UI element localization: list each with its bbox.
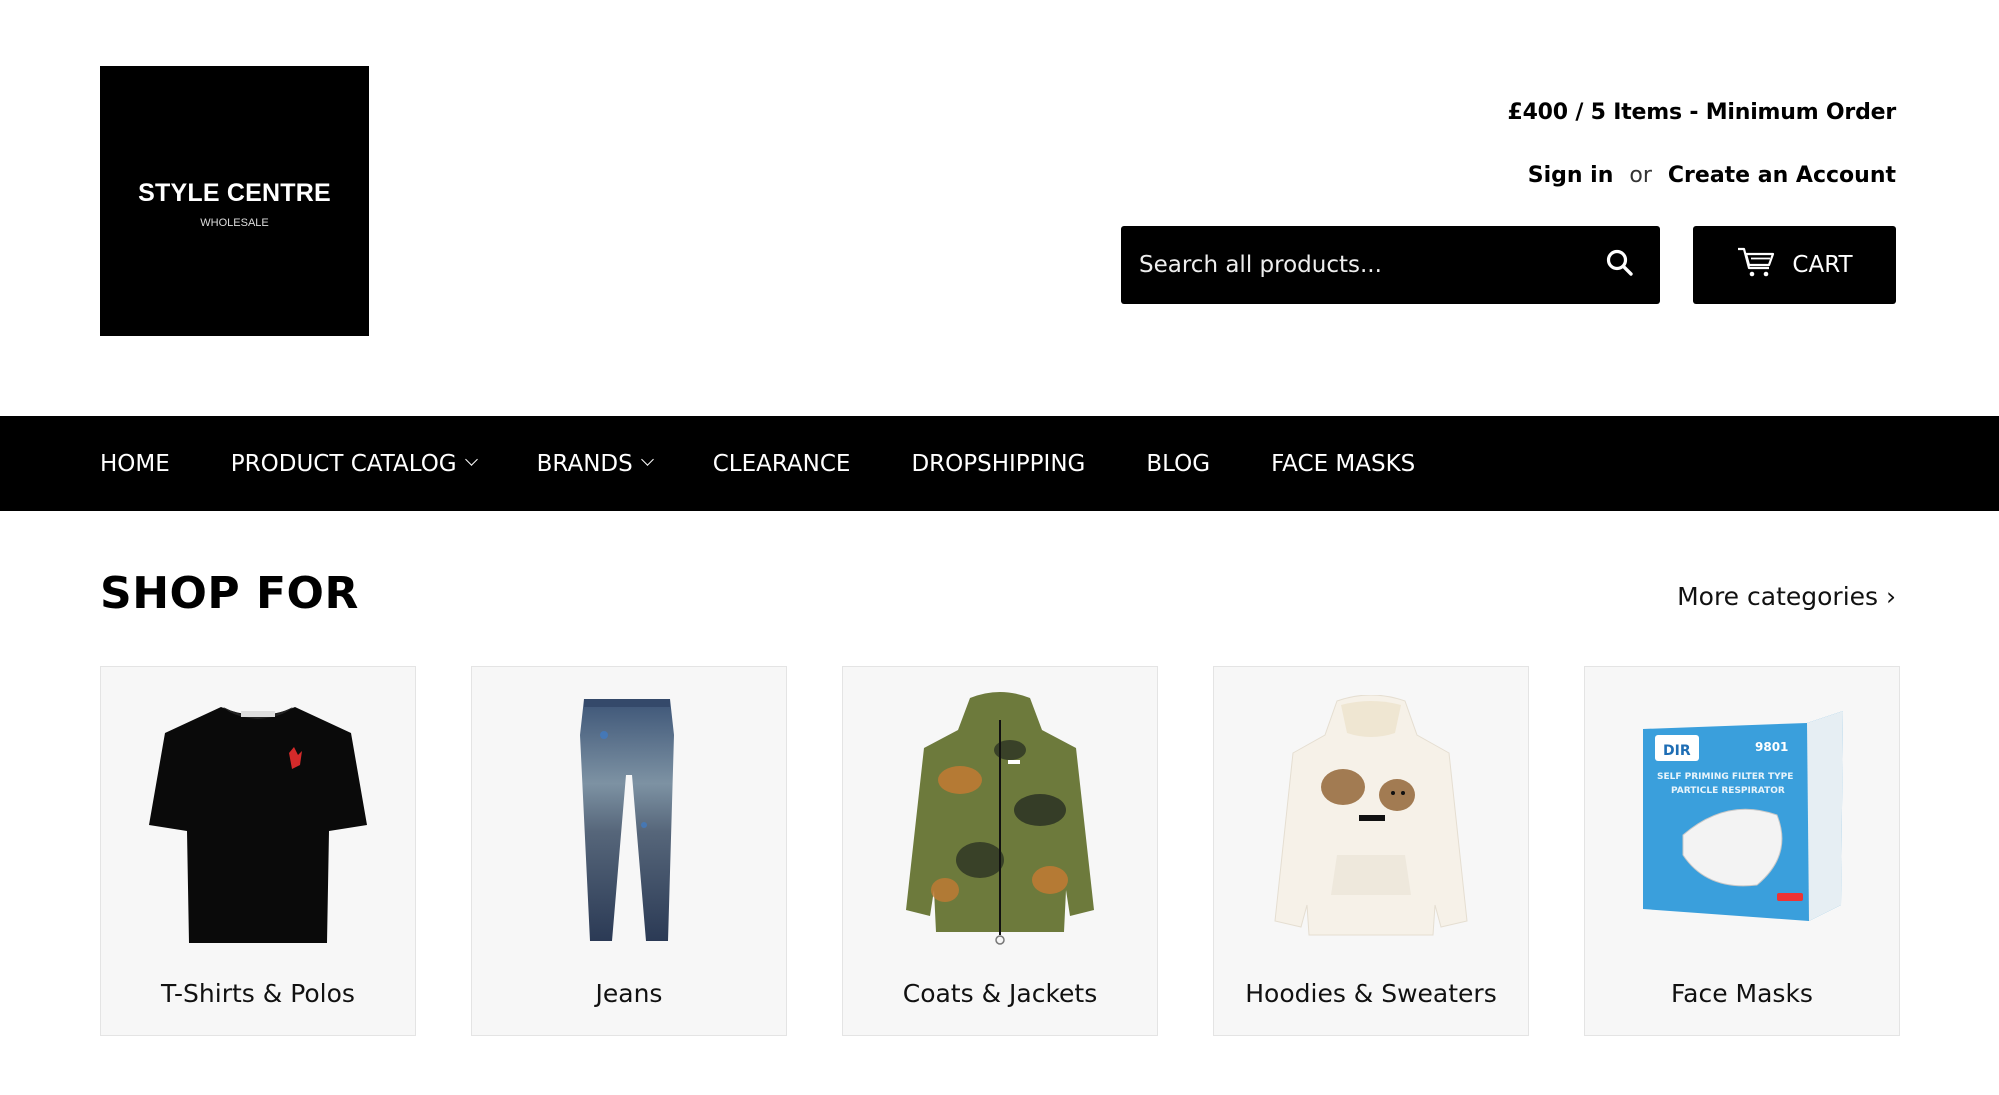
nav-label: BLOG <box>1146 450 1211 477</box>
nav-item-home[interactable]: HOME <box>100 451 170 477</box>
store-logo[interactable]: STYLE CENTRE WHOLESALE <box>100 66 369 336</box>
nav-item-blog[interactable]: BLOG <box>1146 451 1210 477</box>
chevron-down-icon <box>640 453 654 466</box>
jeans-image <box>472 695 786 945</box>
logo-title: STYLE CENTRE <box>138 179 331 207</box>
chevron-down-icon <box>464 453 478 466</box>
nav-label: FACE MASKS <box>1271 450 1416 477</box>
create-account-link[interactable]: Create an Account <box>1668 163 1896 188</box>
nav-label: PRODUCT CATALOG <box>230 450 457 477</box>
svg-text:SELF PRIMING FILTER TYPE: SELF PRIMING FILTER TYPE <box>1657 772 1793 782</box>
search-bar <box>1121 226 1660 304</box>
category-label: Face Masks <box>1671 979 1813 1008</box>
category-card-hoodies-sweaters[interactable]: Hoodies & Sweaters <box>1213 666 1529 1036</box>
category-label: T-Shirts & Polos <box>161 979 355 1008</box>
nav-item-product-catalog[interactable]: PRODUCT CATALOG <box>230 450 478 477</box>
logo-subtitle: WHOLESALE <box>200 217 269 229</box>
section-title: SHOP FOR <box>100 568 359 619</box>
nav-label: DROPSHIPPING <box>911 450 1086 477</box>
main-navigation: HOME PRODUCT CATALOG BRANDS CLEARANCE DR… <box>0 416 1999 511</box>
minimum-order-notice: £400 / 5 Items - Minimum Order <box>1507 100 1896 125</box>
search-button[interactable] <box>1580 226 1660 304</box>
account-links: Sign in or Create an Account <box>1528 163 1896 188</box>
cart-label: CART <box>1792 252 1853 278</box>
cart-button[interactable]: CART <box>1693 226 1896 304</box>
category-card-coats-jackets[interactable]: Coats & Jackets <box>842 666 1158 1036</box>
sign-in-link[interactable]: Sign in <box>1528 163 1614 188</box>
nav-item-face-masks[interactable]: FACE MASKS <box>1271 451 1415 477</box>
category-grid: T-Shirts & Polos Jeans Coats & Jackets H… <box>100 666 1900 1036</box>
hoodie-image <box>1214 695 1528 945</box>
category-card-face-masks[interactable]: DIR 9801 SELF PRIMING FILTER TYPE PARTIC… <box>1584 666 1900 1036</box>
nav-item-clearance[interactable]: CLEARANCE <box>713 451 851 477</box>
nav-item-dropshipping[interactable]: DROPSHIPPING <box>911 451 1085 477</box>
category-label: Coats & Jackets <box>902 979 1098 1008</box>
tshirt-image <box>101 695 415 945</box>
nav-label: HOME <box>100 450 170 477</box>
category-label: Hoodies & Sweaters <box>1245 979 1497 1008</box>
category-card-jeans[interactable]: Jeans <box>471 666 787 1036</box>
cart-icon <box>1736 246 1776 284</box>
svg-text:PARTICLE RESPIRATOR: PARTICLE RESPIRATOR <box>1671 786 1785 796</box>
or-separator: or <box>1629 163 1652 188</box>
nav-item-brands[interactable]: BRANDS <box>536 450 654 477</box>
face-mask-box-image: DIR 9801 SELF PRIMING FILTER TYPE PARTIC… <box>1585 695 1899 945</box>
search-icon <box>1605 248 1635 282</box>
nav-label: BRANDS <box>536 450 633 477</box>
category-card-tshirts[interactable]: T-Shirts & Polos <box>100 666 416 1036</box>
search-input[interactable] <box>1121 226 1580 304</box>
nav-label: CLEARANCE <box>712 450 851 477</box>
more-categories-link[interactable]: More categories › <box>1677 582 1896 611</box>
svg-text:9801: 9801 <box>1755 740 1788 754</box>
jacket-image <box>843 692 1157 945</box>
category-label: Jeans <box>595 979 663 1008</box>
svg-text:DIR: DIR <box>1663 743 1691 759</box>
